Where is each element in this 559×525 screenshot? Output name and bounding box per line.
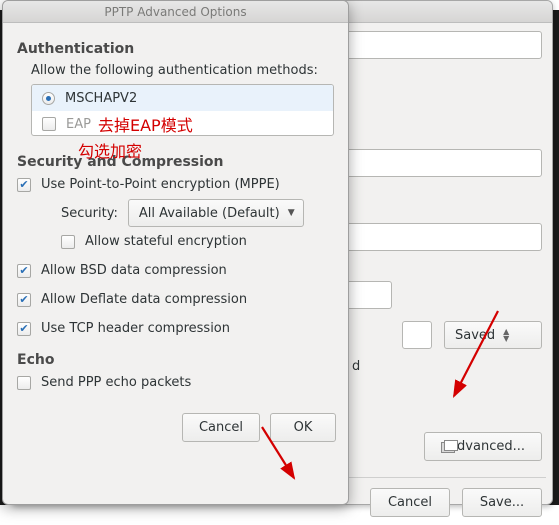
parent-input-1[interactable] [322, 149, 542, 177]
auth-allow-label: Allow the following authentication metho… [31, 63, 334, 78]
advanced-button[interactable]: Advanced... [424, 432, 542, 461]
parent-save-label: Save... [480, 495, 524, 510]
cancel-button[interactable]: Cancel [182, 413, 260, 442]
checkbox-checked-icon [17, 293, 31, 307]
checkbox-icon [42, 117, 56, 131]
checkbox-icon [61, 235, 75, 249]
stateful-row[interactable]: Allow stateful encryption [61, 234, 334, 249]
field-value-tail: d [352, 359, 360, 374]
radio-on-icon [42, 92, 55, 105]
deflate-row[interactable]: Allow Deflate data compression [17, 292, 334, 307]
ok-button[interactable]: OK [270, 413, 336, 442]
bsd-row[interactable]: Allow BSD data compression [17, 263, 334, 278]
ok-button-label: OK [294, 420, 313, 435]
parent-input-2[interactable] [322, 223, 542, 251]
advanced-button-label: Advanced... [448, 439, 525, 454]
checkbox-checked-icon [17, 178, 31, 192]
checkbox-checked-icon [17, 322, 31, 336]
sec-heading: Security and Compression [17, 154, 334, 170]
stateful-label: Allow stateful encryption [85, 234, 247, 249]
checkbox-checked-icon [17, 264, 31, 278]
security-select[interactable]: All Available (Default) ▼ [128, 199, 304, 227]
cancel-button-label: Cancel [199, 420, 243, 435]
parent-input-4[interactable] [402, 321, 432, 349]
parent-cancel-button[interactable]: Cancel [370, 488, 450, 517]
auth-method-eap[interactable]: EAP [32, 111, 333, 136]
auth-methods-list[interactable]: MSCHAPV2 EAP [31, 84, 334, 136]
parent-cancel-label: Cancel [388, 495, 432, 510]
echo-heading: Echo [17, 352, 334, 368]
tcp-label: Use TCP header compression [41, 321, 230, 336]
chevron-updown-icon: ▲▼ [503, 328, 509, 342]
saved-select-value: Saved [455, 328, 495, 343]
security-select-value: All Available (Default) [139, 206, 280, 221]
chevron-down-icon: ▼ [288, 209, 295, 218]
deflate-label: Allow Deflate data compression [41, 292, 247, 307]
saved-select[interactable]: Saved ▲▼ [444, 321, 542, 349]
mppe-label: Use Point-to-Point encryption (MPPE) [41, 177, 280, 192]
windows-icon [441, 440, 442, 454]
checkbox-icon [17, 376, 31, 390]
auth-method-eap-label: EAP [66, 117, 91, 132]
send-echo-row[interactable]: Send PPP echo packets [17, 375, 334, 390]
bsd-label: Allow BSD data compression [41, 263, 227, 278]
auth-heading: Authentication [17, 41, 334, 57]
dialog-title: PPTP Advanced Options [3, 1, 348, 23]
auth-method-mschapv2-label: MSCHAPV2 [65, 91, 137, 106]
tcp-row[interactable]: Use TCP header compression [17, 321, 334, 336]
auth-method-mschapv2[interactable]: MSCHAPV2 [32, 85, 333, 111]
send-echo-label: Send PPP echo packets [41, 375, 191, 390]
mppe-row[interactable]: Use Point-to-Point encryption (MPPE) [17, 177, 334, 192]
pptp-advanced-dialog: PPTP Advanced Options Authentication All… [2, 0, 349, 505]
security-label: Security: [61, 206, 118, 221]
parent-save-button[interactable]: Save... [462, 488, 542, 517]
